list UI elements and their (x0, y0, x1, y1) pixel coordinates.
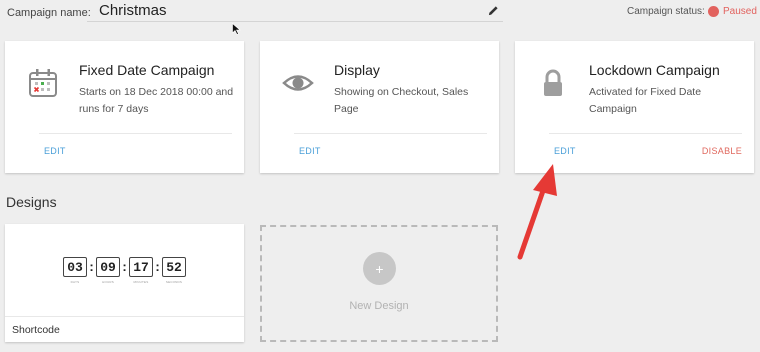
countdown-caption: DAYS (70, 280, 80, 284)
campaign-name-input[interactable]: Christmas (87, 0, 503, 22)
countdown-separator: : (155, 259, 160, 274)
countdown-caption: MINUTES (133, 280, 149, 284)
countdown-caption: HOURS (102, 280, 114, 284)
edit-display-button[interactable]: EDIT (299, 146, 321, 156)
countdown-unit-days: 03 DAYS (63, 257, 87, 284)
card-description: Activated for Fixed Date Campaign (589, 86, 702, 115)
plus-icon[interactable]: + (363, 252, 396, 285)
card-divider (294, 133, 487, 134)
countdown-caption: SECONDS (165, 280, 183, 284)
status-indicator-dot (708, 6, 719, 17)
mouse-cursor-icon (232, 23, 241, 35)
design-card-shortcode[interactable]: 03 DAYS : 09 HOURS : 17 MINUTES : 52 SEC… (5, 224, 244, 342)
lockdown-campaign-card: Lockdown Campaign Activated for Fixed Da… (515, 41, 754, 173)
countdown-value: 03 (63, 257, 87, 277)
campaign-status-label: Campaign status: (627, 6, 705, 17)
design-card-label: Shortcode (12, 324, 60, 336)
design-card-divider (5, 316, 244, 317)
campaign-status-value: Paused (723, 6, 757, 17)
designs-section-title: Designs (6, 194, 57, 210)
fixed-date-campaign-card: Fixed Date Campaign Starts on 18 Dec 201… (5, 41, 244, 173)
card-divider (549, 133, 742, 134)
annotation-arrow-icon (517, 164, 557, 260)
card-divider (39, 133, 232, 134)
card-title: Lockdown Campaign (589, 62, 720, 78)
countdown-value: 52 (162, 257, 186, 277)
campaign-name-value[interactable]: Christmas (99, 2, 167, 19)
countdown-preview: 03 DAYS : 09 HOURS : 17 MINUTES : 52 SEC… (63, 257, 186, 284)
countdown-unit-seconds: 52 SECONDS (162, 257, 186, 284)
countdown-separator: : (89, 259, 94, 274)
new-design-button[interactable]: + New Design (260, 225, 498, 342)
calendar-icon (29, 69, 57, 97)
countdown-separator: : (122, 259, 127, 274)
edit-fixed-date-button[interactable]: EDIT (44, 146, 66, 156)
eye-icon (282, 75, 314, 91)
card-description: Showing on Checkout, Sales Page (334, 86, 469, 115)
countdown-value: 17 (129, 257, 153, 277)
disable-lockdown-button[interactable]: DISABLE (702, 146, 742, 156)
countdown-unit-minutes: 17 MINUTES (129, 257, 153, 284)
card-title: Fixed Date Campaign (79, 62, 215, 78)
campaign-header: Campaign name: Christmas Campaign status… (0, 0, 760, 35)
countdown-value: 09 (96, 257, 120, 277)
campaign-name-label: Campaign name: (7, 7, 91, 19)
new-design-label: New Design (349, 300, 409, 312)
card-title: Display (334, 62, 380, 78)
lock-icon (544, 69, 562, 96)
countdown-unit-hours: 09 HOURS (96, 257, 120, 284)
pencil-icon[interactable] (488, 5, 499, 16)
card-description: Starts on 18 Dec 2018 00:00 and runs for… (79, 86, 234, 115)
edit-lockdown-button[interactable]: EDIT (554, 146, 576, 156)
display-card: Display Showing on Checkout, Sales Page … (260, 41, 499, 173)
